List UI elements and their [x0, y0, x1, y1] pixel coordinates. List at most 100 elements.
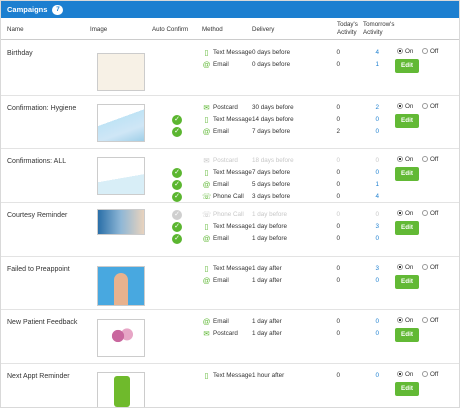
campaign-image [97, 104, 145, 142]
today-activity: 0 [336, 330, 340, 337]
radio-on[interactable]: On [397, 371, 413, 378]
email-icon: @ [202, 276, 211, 285]
radio-on[interactable]: On [397, 264, 413, 271]
tomorrow-activity: 4 [375, 49, 379, 56]
tomorrow-activity: 2 [375, 104, 379, 111]
call-icon: ☏ [202, 210, 212, 219]
auto-confirm-check-icon: ✓ [172, 234, 182, 244]
radio-on-label: On [405, 156, 414, 163]
radio-on[interactable]: On [397, 103, 413, 110]
delivery-time: 1 day after [252, 318, 282, 325]
today-activity: 0 [336, 49, 340, 56]
delivery-time: 1 hour after [252, 372, 285, 379]
radio-on-label: On [405, 264, 414, 271]
radio-on[interactable]: On [397, 48, 413, 55]
edit-button[interactable]: Edit [395, 221, 419, 235]
campaign-name: Birthday [7, 50, 33, 57]
campaign-row: Confirmation: Hygiene ✉ Postcard 30 days be… [1, 96, 459, 149]
today-activity: 0 [336, 193, 340, 200]
col-delivery: Delivery [252, 26, 275, 33]
today-activity: 0 [336, 318, 340, 325]
method-label: Text Message [213, 49, 252, 56]
today-activity: 0 [336, 181, 340, 188]
radio-on[interactable]: On [397, 317, 413, 324]
radio-off[interactable]: Off [422, 156, 438, 163]
delivery-time: 30 days before [252, 104, 294, 111]
tomorrow-activity: 4 [375, 193, 379, 200]
method-label: Email [213, 61, 229, 68]
delivery-time: 14 days before [252, 116, 294, 123]
radio-on-indicator[interactable] [397, 48, 403, 54]
edit-button[interactable]: Edit [395, 382, 419, 396]
phone-icon: ▯ [204, 168, 209, 177]
today-activity: 2 [336, 128, 340, 135]
campaign-name: Confirmation: Hygiene [7, 105, 77, 112]
flower-graphic [106, 328, 136, 344]
auto-confirm-check-icon: ✓ [172, 115, 182, 125]
radio-on-indicator[interactable] [397, 210, 403, 216]
radio-on[interactable]: On [397, 210, 413, 217]
radio-on-indicator[interactable] [397, 264, 403, 270]
radio-off-indicator[interactable] [422, 210, 428, 216]
phone-icon: ▯ [204, 48, 209, 57]
email-icon: @ [202, 317, 211, 326]
auto-confirm-check-icon: ✓ [172, 192, 182, 202]
email-icon: @ [202, 127, 211, 136]
method-label: Email [213, 235, 229, 242]
tomorrow-activity: 0 [375, 157, 379, 164]
radio-off-indicator[interactable] [422, 103, 428, 109]
delivery-time: 0 days before [252, 49, 291, 56]
radio-off-indicator[interactable] [422, 371, 428, 377]
method-label: Text Message [213, 372, 252, 379]
panel-header: Campaigns 7 [1, 1, 459, 18]
email-icon: @ [202, 60, 211, 69]
postcard-icon: ✉ [203, 156, 210, 165]
phone-icon: ▯ [204, 222, 209, 231]
radio-off[interactable]: Off [422, 48, 438, 55]
today-activity: 0 [336, 169, 340, 176]
campaign-row: Courtesy Reminder ✓ ☏ Phone Call 1 day befor… [1, 203, 459, 257]
campaign-name: Courtesy Reminder [7, 212, 68, 219]
method-label: Phone Call [213, 211, 244, 218]
tomorrow-activity: 1 [375, 181, 379, 188]
auto-confirm-check-icon: ✓ [172, 127, 182, 137]
campaign-row: Next Appt Reminder ▯ Text Message 1 hour af… [1, 364, 459, 407]
postcard-icon: ✉ [203, 329, 210, 338]
delivery-time: 1 day after [252, 265, 282, 272]
delivery-time: 1 day before [252, 235, 288, 242]
campaign-row: Failed to Preappoint ▯ Text Message 1 day a… [1, 257, 459, 310]
radio-on-indicator[interactable] [397, 156, 403, 162]
phone-icon: ▯ [204, 371, 209, 380]
campaign-name: New Patient Feedback [7, 319, 78, 326]
tomorrow-activity: 0 [375, 116, 379, 123]
radio-off-indicator[interactable] [422, 317, 428, 323]
method-label: Email [213, 181, 229, 188]
radio-on-indicator[interactable] [397, 103, 403, 109]
edit-button[interactable]: Edit [395, 275, 419, 289]
radio-off[interactable]: Off [422, 264, 438, 271]
radio-on-indicator[interactable] [397, 317, 403, 323]
radio-off[interactable]: Off [422, 317, 438, 324]
today-activity: 0 [336, 116, 340, 123]
edit-button[interactable]: Edit [395, 167, 419, 181]
edit-button[interactable]: Edit [395, 328, 419, 342]
edit-button[interactable]: Edit [395, 114, 419, 128]
radio-off[interactable]: Off [422, 371, 438, 378]
col-name: Name [7, 26, 24, 33]
today-activity: 0 [336, 235, 340, 242]
method-label: Text Message [213, 116, 252, 123]
radio-off-indicator[interactable] [422, 264, 428, 270]
delivery-time: 7 days before [252, 169, 291, 176]
delivery-time: 1 day after [252, 330, 282, 337]
radio-off[interactable]: Off [422, 210, 438, 217]
campaign-image [97, 157, 145, 195]
campaign-image [97, 319, 145, 357]
radio-off-indicator[interactable] [422, 48, 428, 54]
radio-on-label: On [405, 103, 414, 110]
radio-on-indicator[interactable] [397, 371, 403, 377]
edit-button[interactable]: Edit [395, 59, 419, 73]
radio-off-label: Off [430, 371, 439, 378]
radio-off-indicator[interactable] [422, 156, 428, 162]
radio-on[interactable]: On [397, 156, 413, 163]
radio-off[interactable]: Off [422, 103, 438, 110]
